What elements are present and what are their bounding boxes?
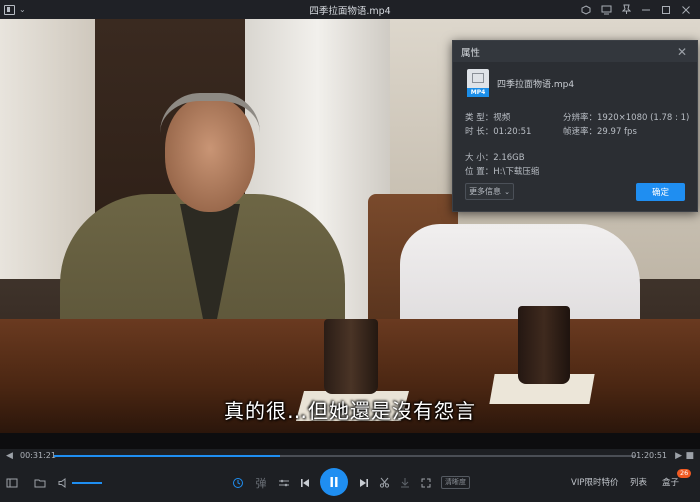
type-info: 类 型：视频 bbox=[465, 111, 510, 123]
close-icon[interactable] bbox=[676, 0, 696, 19]
type-label: 类 型： bbox=[465, 113, 494, 123]
duration-label: 时 长： bbox=[465, 127, 494, 137]
resolution-info: 分辨率：1920×1080 (1.78 : 1) bbox=[563, 111, 689, 123]
size-info: 大 小：2.16GB bbox=[465, 151, 525, 163]
scene-cup bbox=[518, 306, 570, 384]
scissors-icon[interactable] bbox=[376, 463, 392, 502]
forward-icon[interactable]: ▶ bbox=[675, 451, 682, 461]
open-folder-icon[interactable] bbox=[32, 463, 48, 502]
file-row: MP4 四季拉面物语.mp4 bbox=[467, 69, 574, 97]
file-type-badge: MP4 bbox=[467, 88, 489, 97]
framerate-info: 帧速率：29.97 fps bbox=[563, 125, 637, 137]
playlist-button[interactable]: 列表 bbox=[630, 476, 647, 488]
location-info: 位 置：H:\下载压缩 bbox=[465, 165, 539, 177]
download-icon[interactable] bbox=[397, 463, 413, 502]
app-menu-icon[interactable] bbox=[4, 4, 15, 15]
menu-chevron-icon[interactable]: ⌄ bbox=[19, 5, 26, 14]
next-icon[interactable] bbox=[356, 463, 372, 502]
duration-value: 01:20:51 bbox=[493, 127, 532, 137]
dialog-header: 属性 ✕ bbox=[453, 41, 697, 62]
location-value[interactable]: H:\下载压缩 bbox=[493, 167, 539, 177]
progress-fill bbox=[54, 455, 280, 457]
playlist-panel-icon[interactable] bbox=[4, 463, 20, 502]
progress-row: ◀ 00:31:21 01:20:51 ▶ ■ bbox=[0, 449, 700, 463]
location-label: 位 置： bbox=[465, 167, 494, 177]
stop-icon[interactable]: ■ bbox=[685, 451, 694, 461]
size-label: 大 小： bbox=[465, 153, 494, 163]
file-name: 四季拉面物语.mp4 bbox=[497, 79, 575, 90]
more-info-label: 更多信息 bbox=[469, 187, 502, 196]
vip-promo-link[interactable]: VIP限时特价 bbox=[571, 476, 618, 488]
framerate-label: 帧速率： bbox=[563, 127, 598, 137]
type-value: 视频 bbox=[493, 113, 511, 123]
properties-dialog: 属性 ✕ MP4 四季拉面物语.mp4 类 型：视频 时 长：01:20:51 … bbox=[452, 40, 698, 212]
duration-info: 时 长：01:20:51 bbox=[465, 125, 531, 137]
previous-icon[interactable] bbox=[297, 463, 313, 502]
box-button[interactable]: 盒子 bbox=[662, 476, 679, 488]
video-subtitle: 真的很…但她還是沒有怨言 bbox=[224, 399, 476, 423]
minimize-icon[interactable] bbox=[636, 0, 656, 19]
framerate-value: 29.97 fps bbox=[597, 127, 637, 137]
size-value: 2.16GB bbox=[493, 153, 525, 163]
ok-button[interactable]: 确定 bbox=[636, 183, 685, 201]
total-time: 01:20:51 bbox=[631, 451, 667, 460]
resolution-value: 1920×1080 (1.78 : 1) bbox=[597, 113, 690, 123]
resolution-label: 分辨率： bbox=[563, 113, 598, 123]
video-file-icon: MP4 bbox=[467, 69, 489, 97]
box-count-badge: 26 bbox=[677, 469, 692, 478]
dialog-title: 属性 bbox=[461, 47, 481, 59]
danmaku-icon[interactable]: 弹 bbox=[253, 463, 269, 502]
title-bar: ⌄ 四季拉面物语.mp4 bbox=[0, 0, 700, 19]
volume-slider[interactable] bbox=[72, 482, 102, 484]
chevron-down-icon: ⌄ bbox=[504, 187, 510, 196]
adjust-icon[interactable] bbox=[276, 463, 292, 502]
progress-track[interactable] bbox=[54, 455, 636, 457]
screen-icon[interactable] bbox=[596, 0, 616, 19]
current-time: 00:31:21 bbox=[20, 451, 56, 460]
hd-icon[interactable] bbox=[230, 463, 246, 502]
dialog-close-icon[interactable]: ✕ bbox=[675, 45, 689, 59]
control-bar: 弹 清晰度 VIP限时特价 列表 盒子 26 bbox=[0, 463, 700, 502]
pause-button[interactable] bbox=[320, 468, 348, 496]
rewind-icon[interactable]: ◀ bbox=[6, 451, 13, 461]
more-info-button[interactable]: 更多信息 ⌄ bbox=[465, 183, 514, 200]
quality-button[interactable]: 清晰度 bbox=[441, 476, 470, 489]
fullscreen-icon[interactable] bbox=[418, 463, 434, 502]
volume-icon[interactable] bbox=[56, 463, 70, 502]
pause-icon bbox=[330, 477, 338, 487]
maximize-icon[interactable] bbox=[656, 0, 676, 19]
pin-icon[interactable] bbox=[616, 0, 636, 19]
scene-cup bbox=[324, 319, 378, 394]
skin-icon[interactable] bbox=[576, 0, 596, 19]
